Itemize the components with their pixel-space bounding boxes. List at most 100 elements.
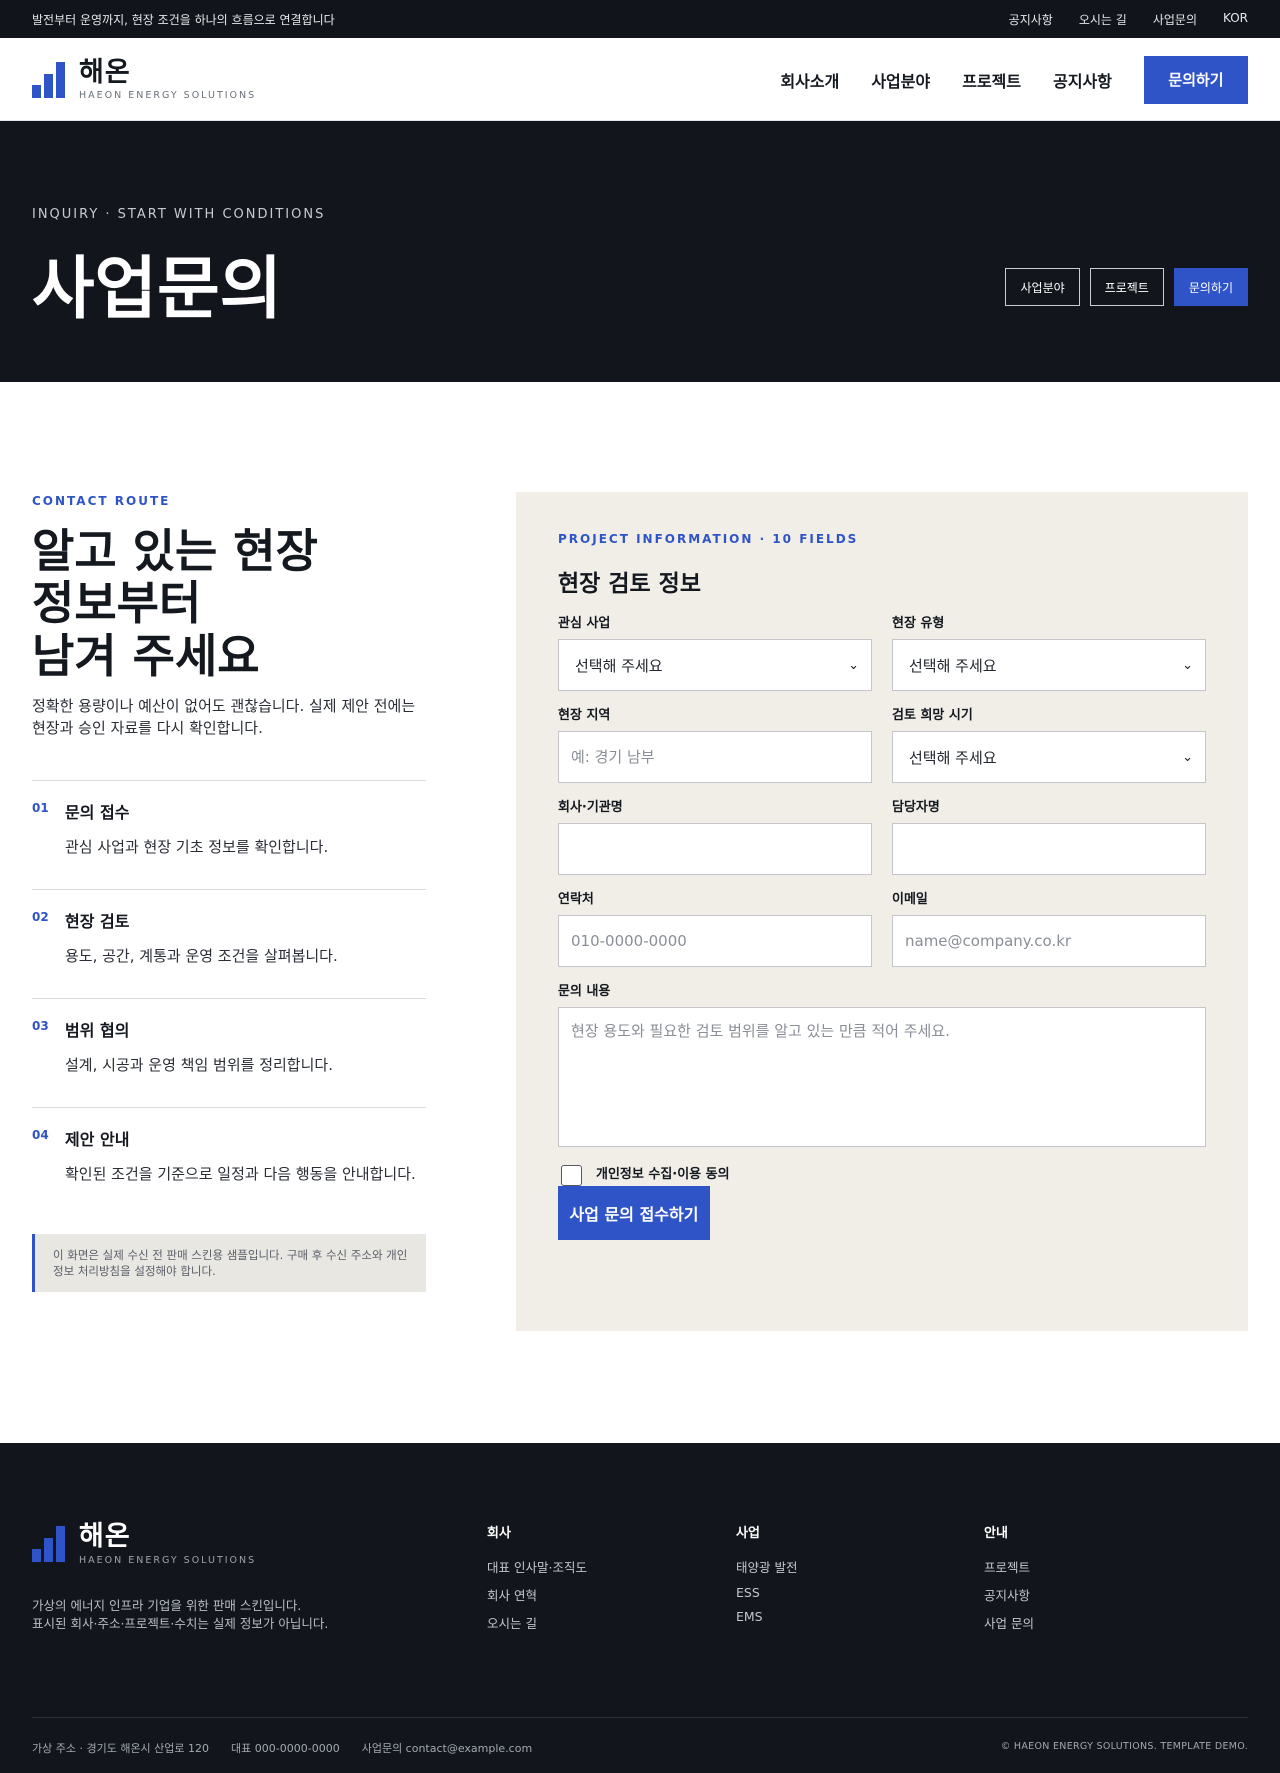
footer-link[interactable]: 대표 인사말·조직도 bbox=[487, 1557, 587, 1576]
step-title: 문의 접수 bbox=[65, 802, 130, 822]
step-title: 현장 검토 bbox=[65, 911, 130, 931]
footer-link[interactable]: 프로젝트 bbox=[984, 1557, 1034, 1576]
footer-intro-line: 표시된 회사·주소·프로젝트·수치는 실제 정보가 아닙니다. bbox=[32, 1615, 329, 1631]
footer-address: 가상 주소 · 경기도 해온시 산업로 120 bbox=[32, 1742, 210, 1755]
inquiry-form-panel: PROJECT INFORMATION · 10 FIELDS 현장 검토 정보… bbox=[516, 492, 1248, 1331]
footer-divider bbox=[32, 1717, 1248, 1718]
hero-link-business[interactable]: 사업분야 bbox=[1005, 268, 1080, 306]
step-number: 01 bbox=[32, 800, 49, 815]
nav-item-projects[interactable]: 프로젝트 bbox=[962, 68, 1021, 92]
main-nav: 회사소개 사업분야 프로젝트 공지사항 문의하기 bbox=[780, 55, 1248, 104]
step-text: 설계, 시공과 운영 책임 범위를 정리합니다. bbox=[65, 1055, 333, 1074]
step-text: 관심 사업과 현장 기초 정보를 확인합니다. bbox=[65, 837, 329, 856]
form-label: PROJECT INFORMATION · 10 FIELDS bbox=[558, 532, 859, 546]
interest-select[interactable]: 선택해 주세요 ⌄ bbox=[558, 639, 872, 691]
step-text: 확인된 조건을 기준으로 일정과 다음 행동을 안내합니다. bbox=[65, 1164, 416, 1183]
step-title: 범위 협의 bbox=[65, 1020, 130, 1040]
step-title: 제안 안내 bbox=[65, 1129, 130, 1149]
page-hero: INQUIRY · START WITH CONDITIONS 사업문의 사업분… bbox=[0, 121, 1280, 382]
message-textarea[interactable] bbox=[558, 1007, 1206, 1147]
main-content: CONTACT ROUTE 알고 있는 현장 정보부터 남겨 주세요 정확한 용… bbox=[0, 382, 1280, 1443]
brand-name: 해온 bbox=[79, 56, 131, 88]
footer-link[interactable]: 사업 문의 bbox=[984, 1613, 1034, 1632]
select-value: 선택해 주세요 bbox=[909, 656, 997, 675]
topbar-link-notice[interactable]: 공지사항 bbox=[1009, 11, 1053, 28]
footer-column-company: 회사 대표 인사말·조직도 회사 연혁 오시는 길 bbox=[487, 1522, 587, 1641]
heading-line: 정보부터 bbox=[32, 576, 202, 631]
footer-link[interactable]: 공지사항 bbox=[984, 1585, 1034, 1604]
field-label: 검토 희망 시기 bbox=[892, 708, 973, 723]
page-title: 사업문의 bbox=[32, 250, 283, 329]
select-value: 선택해 주세요 bbox=[909, 748, 997, 767]
field-label: 관심 사업 bbox=[558, 616, 611, 631]
hero-quick-links: 사업분야 프로젝트 문의하기 bbox=[1005, 268, 1248, 306]
nav-item-about[interactable]: 회사소개 bbox=[780, 68, 839, 92]
footer-logo[interactable]: 해온 HAEON ENERGY SOLUTIONS bbox=[32, 1522, 256, 1566]
field-label: 이메일 bbox=[892, 892, 928, 907]
brand-sub: HAEON ENERGY SOLUTIONS bbox=[79, 1554, 257, 1566]
company-input[interactable] bbox=[558, 823, 872, 875]
nav-item-notice[interactable]: 공지사항 bbox=[1053, 68, 1112, 92]
topbar-tagline: 발전부터 운영까지, 현장 조건을 하나의 흐름으로 연결합니다 bbox=[32, 12, 335, 27]
chevron-down-icon: ⌄ bbox=[848, 657, 859, 673]
footer-link[interactable]: 태양광 발전 bbox=[736, 1557, 797, 1576]
bar-chart-logo-icon bbox=[32, 61, 65, 98]
footer-link[interactable]: ESS bbox=[736, 1585, 797, 1600]
footer-column-title: 사업 bbox=[736, 1526, 760, 1541]
manager-name-input[interactable] bbox=[892, 823, 1206, 875]
contact-route-section: CONTACT ROUTE 알고 있는 현장 정보부터 남겨 주세요 정확한 용… bbox=[32, 494, 426, 1292]
consent-checkbox[interactable] bbox=[561, 1165, 582, 1186]
process-step: 03 범위 협의 설계, 시공과 운영 책임 범위를 정리합니다. bbox=[32, 997, 426, 1107]
site-type-select[interactable]: 선택해 주세요 ⌄ bbox=[892, 639, 1206, 691]
field-label: 현장 지역 bbox=[558, 708, 611, 723]
step-number: 02 bbox=[32, 909, 49, 924]
hero-link-contact[interactable]: 문의하기 bbox=[1173, 268, 1248, 306]
footer-intro-line: 가상의 에너지 인프라 기업을 위한 판매 스킨입니다. bbox=[32, 1598, 302, 1613]
language-switch[interactable]: KOR bbox=[1223, 11, 1248, 28]
footer-link[interactable]: 오시는 길 bbox=[487, 1613, 587, 1632]
process-step: 04 제안 안내 확인된 조건을 기준으로 일정과 다음 행동을 안내합니다. bbox=[32, 1106, 426, 1216]
topbar-link-directions[interactable]: 오시는 길 bbox=[1079, 11, 1127, 28]
brand-sub: HAEON ENERGY SOLUTIONS bbox=[79, 90, 257, 102]
inquiry-form: 관심 사업 선택해 주세요 ⌄ 현장 유형 선택해 주세요 ⌄ 현장 지역 예:… bbox=[558, 612, 1206, 1240]
hero-link-projects[interactable]: 프로젝트 bbox=[1089, 268, 1164, 306]
topbar-links: 공지사항 오시는 길 사업문의 KOR bbox=[1009, 11, 1248, 28]
process-step: 01 문의 접수 관심 사업과 현장 기초 정보를 확인합니다. bbox=[32, 779, 426, 889]
bar-chart-logo-icon bbox=[32, 1525, 65, 1562]
footer-link[interactable]: EMS bbox=[736, 1609, 797, 1624]
phone-input[interactable] bbox=[558, 915, 872, 967]
field-label: 연락처 bbox=[558, 892, 594, 907]
footer-column-title: 안내 bbox=[984, 1526, 1008, 1541]
section-heading: 알고 있는 현장 정보부터 남겨 주세요 bbox=[32, 525, 426, 682]
process-steps: 01 문의 접수 관심 사업과 현장 기초 정보를 확인합니다. 02 현장 검… bbox=[32, 779, 426, 1216]
footer-tel: 대표 000-0000-0000 bbox=[231, 1742, 340, 1755]
sample-notice: 이 화면은 실제 수신 전 판매 스킨용 샘플입니다. 구매 후 수신 주소와 … bbox=[32, 1233, 426, 1292]
step-number: 04 bbox=[32, 1127, 49, 1142]
heading-line: 알고 있는 현장 bbox=[32, 524, 318, 578]
footer-column-title: 회사 bbox=[487, 1526, 511, 1541]
field-label: 현장 유형 bbox=[892, 616, 945, 631]
nav-contact-button[interactable]: 문의하기 bbox=[1144, 55, 1248, 104]
select-value: 선택해 주세요 bbox=[575, 656, 663, 675]
form-title: 현장 검토 정보 bbox=[558, 571, 701, 597]
timing-select[interactable]: 선택해 주세요 ⌄ bbox=[892, 731, 1206, 783]
step-number: 03 bbox=[32, 1018, 49, 1033]
region-input[interactable] bbox=[558, 731, 872, 783]
section-description: 정확한 용량이나 예산이 없어도 괜찮습니다. 실제 제안 전에는 현장과 승인… bbox=[32, 697, 416, 738]
submit-inquiry-button[interactable]: 사업 문의 접수하기 bbox=[558, 1186, 710, 1240]
email-input[interactable] bbox=[892, 915, 1206, 967]
footer-column-business: 사업 태양광 발전 ESS EMS bbox=[736, 1522, 797, 1633]
footer-column-guide: 안내 프로젝트 공지사항 사업 문의 bbox=[984, 1522, 1034, 1641]
footer-link[interactable]: 회사 연혁 bbox=[487, 1585, 587, 1604]
top-utility-bar: 발전부터 운영까지, 현장 조건을 하나의 흐름으로 연결합니다 공지사항 오시… bbox=[0, 0, 1280, 38]
hero-eyebrow: INQUIRY · START WITH CONDITIONS bbox=[32, 207, 326, 222]
topbar-link-inquiry[interactable]: 사업문의 bbox=[1153, 11, 1197, 28]
step-text: 용도, 공간, 계통과 운영 조건을 살펴봅니다. bbox=[65, 946, 338, 965]
section-label: CONTACT ROUTE bbox=[32, 494, 171, 508]
footer-intro: 가상의 에너지 인프라 기업을 위한 판매 스킨입니다. 표시된 회사·주소·프… bbox=[32, 1597, 328, 1633]
footer-copyright: © HAEON ENERGY SOLUTIONS. TEMPLATE DEMO. bbox=[1000, 1741, 1248, 1752]
nav-item-business[interactable]: 사업분야 bbox=[871, 68, 930, 92]
chevron-down-icon: ⌄ bbox=[1182, 657, 1193, 673]
site-logo[interactable]: 해온 HAEON ENERGY SOLUTIONS bbox=[32, 56, 257, 102]
brand-name: 해온 bbox=[79, 1521, 131, 1552]
